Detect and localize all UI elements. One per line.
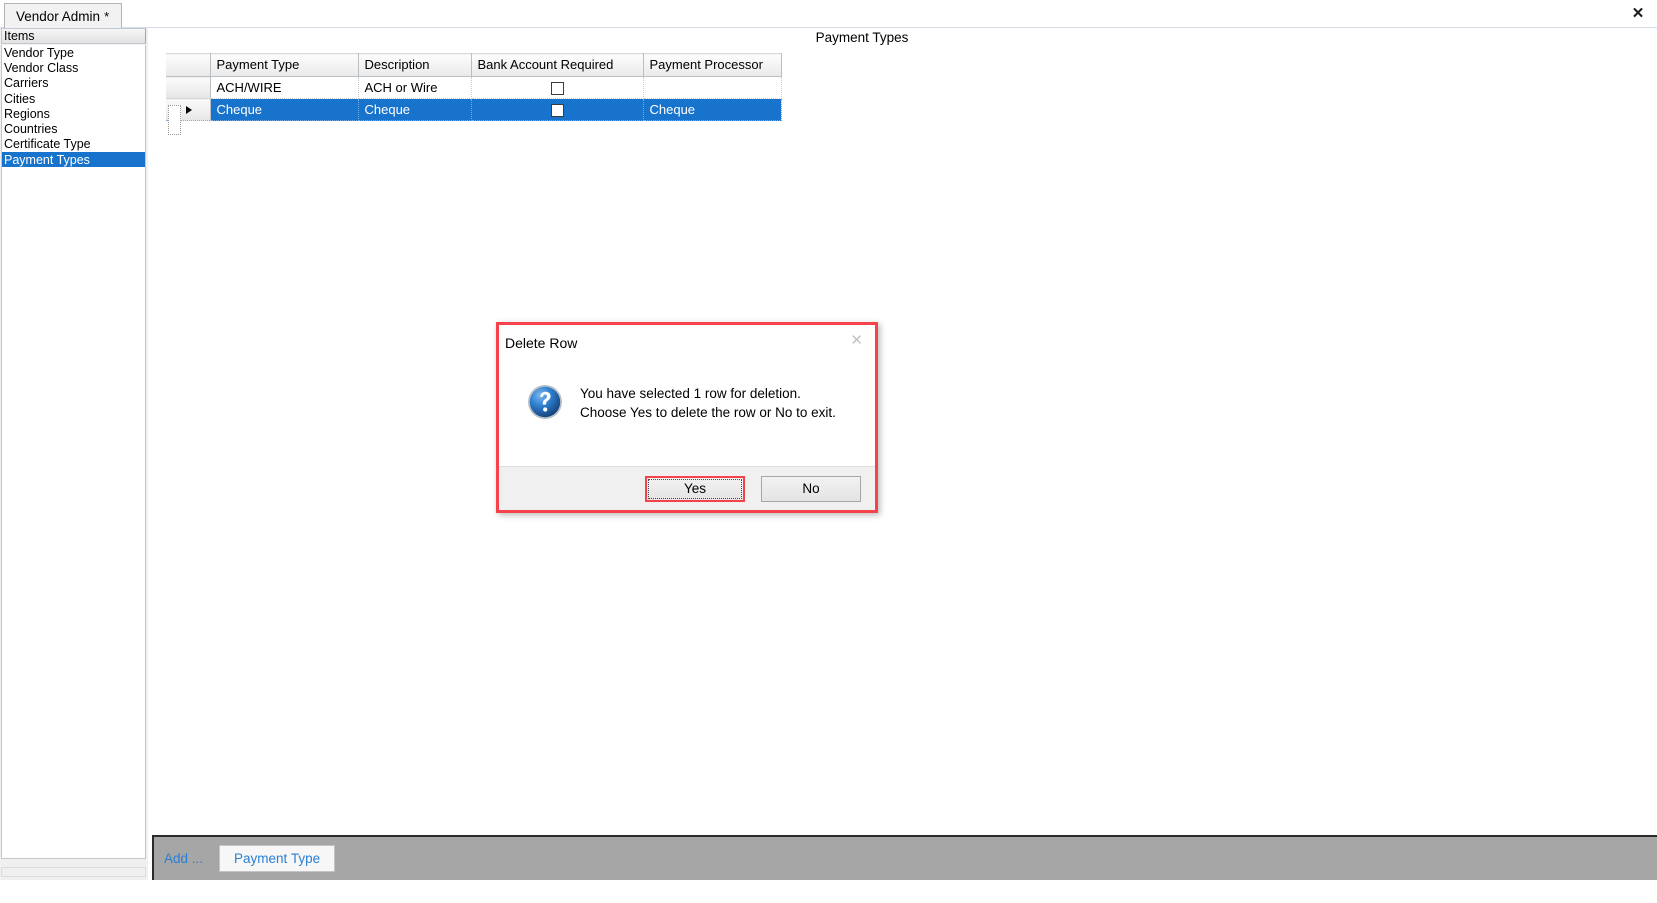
sidebar-item-label: Certificate Type <box>4 137 91 152</box>
row-header-cell[interactable] <box>166 76 211 99</box>
dialog-message: You have selected 1 row for deletion. Ch… <box>580 384 836 422</box>
checkbox-bank-account-required[interactable] <box>550 81 564 95</box>
grid-row-header-corner <box>166 53 211 77</box>
tab-label: Vendor Admin <box>16 8 101 24</box>
sidebar-item-certificate-type[interactable]: Certificate Type <box>2 137 145 152</box>
close-icon[interactable]: ✕ <box>1627 2 1649 24</box>
dialog-titlebar: Delete Row ✕ <box>499 325 875 360</box>
cell-payment-processor[interactable]: Cheque <box>643 98 782 121</box>
grid-header-row: Payment Type Description Bank Account Re… <box>166 53 782 77</box>
sidebar-item-label: Vendor Class <box>4 60 79 75</box>
cell-description[interactable]: ACH or Wire <box>358 76 472 99</box>
sidebar-item-countries[interactable]: Countries <box>2 121 145 136</box>
close-icon[interactable]: ✕ <box>850 333 863 348</box>
application-window: Vendor Admin * ✕ Items Vendor Type Vendo… <box>0 0 1657 903</box>
sidebar-item-label: Vendor Type <box>4 45 74 60</box>
sidebar-item-label: Carriers <box>4 76 49 91</box>
sidebar-item-carriers[interactable]: Carriers <box>2 76 145 91</box>
current-row-arrow-icon <box>185 106 192 114</box>
dialog-title: Delete Row <box>505 334 578 351</box>
sidebar-item-vendor-type[interactable]: Vendor Type <box>2 45 145 60</box>
sidebar-item-payment-types[interactable]: Payment Types <box>2 152 145 168</box>
sidebar-item-label: Countries <box>4 122 58 137</box>
tab-vendor-admin[interactable]: Vendor Admin * <box>4 3 123 28</box>
items-panel: Items Vendor Type Vendor Class Carriers … <box>0 28 148 880</box>
add-payment-type-button[interactable]: Payment Type <box>219 845 336 872</box>
checkbox-bank-account-required[interactable] <box>550 103 564 117</box>
cell-description[interactable]: Cheque <box>358 98 472 121</box>
dialog-footer: Yes No <box>499 466 875 510</box>
grid-header: Payment Type Description Bank Account Re… <box>166 53 782 77</box>
no-button[interactable]: No <box>761 475 861 502</box>
table-row[interactable]: Cheque Cheque Cheque <box>166 98 782 121</box>
grid-table: Payment Type Description Bank Account Re… <box>166 53 782 121</box>
tab-modified-marker: * <box>104 8 110 24</box>
add-label: Add ... <box>164 851 204 866</box>
main-content: Payment Types Payment Type Description B… <box>152 28 1657 903</box>
grid-body: ACH/WIRE ACH or Wire Cheque Cheque Chequ… <box>166 76 782 121</box>
dialog-message-line-2: Choose Yes to delete the row or No to ex… <box>580 405 836 420</box>
column-header-payment-type[interactable]: Payment Type <box>210 53 359 77</box>
cell-payment-type[interactable]: ACH/WIRE <box>210 76 359 99</box>
items-panel-header: Items <box>1 28 146 44</box>
cell-bank-account-required[interactable] <box>471 98 644 121</box>
sidebar-item-vendor-class[interactable]: Vendor Class <box>2 60 145 75</box>
yes-button[interactable]: Yes <box>645 475 745 502</box>
payment-types-grid[interactable]: Payment Type Description Bank Account Re… <box>166 53 782 135</box>
delete-row-dialog: Delete Row ✕ You have selected 1 row for… <box>496 322 878 513</box>
items-list[interactable]: Vendor Type Vendor Class Carriers Cities… <box>1 45 146 859</box>
sidebar-item-label: Payment Types <box>4 152 90 167</box>
cell-payment-type[interactable]: Cheque <box>210 98 359 121</box>
question-mark-icon <box>527 384 563 420</box>
items-list-horizontal-scrollbar[interactable] <box>1 867 146 877</box>
sidebar-item-label: Cities <box>4 91 36 106</box>
bottom-toolbar: Add ... Payment Type <box>152 835 1657 880</box>
dialog-body: You have selected 1 row for deletion. Ch… <box>499 360 875 466</box>
page-title: Payment Types <box>815 30 909 45</box>
column-header-payment-processor[interactable]: Payment Processor <box>643 53 782 77</box>
window-bottom-filler <box>0 880 1657 903</box>
sidebar-item-regions[interactable]: Regions <box>2 106 145 121</box>
sidebar-item-cities[interactable]: Cities <box>2 91 145 106</box>
cell-payment-processor[interactable] <box>643 76 782 99</box>
column-header-description[interactable]: Description <box>358 53 472 77</box>
tab-strip: Vendor Admin * ✕ <box>0 0 1657 28</box>
table-row[interactable]: ACH/WIRE ACH or Wire <box>166 76 782 99</box>
cell-bank-account-required[interactable] <box>471 76 644 99</box>
dialog-message-line-1: You have selected 1 row for deletion. <box>580 386 801 401</box>
sidebar-item-label: Regions <box>4 106 50 121</box>
row-selector-marker <box>168 105 181 135</box>
column-header-bank-account-required[interactable]: Bank Account Required <box>471 53 644 77</box>
